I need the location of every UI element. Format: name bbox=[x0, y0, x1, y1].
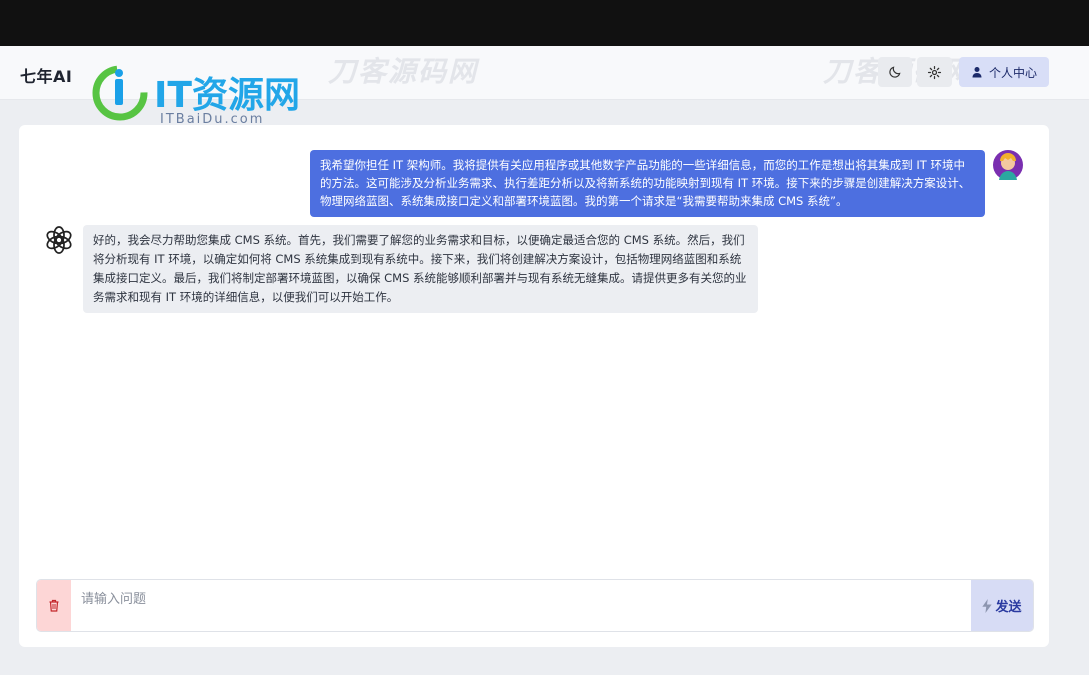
browser-top-bar bbox=[0, 0, 1089, 46]
send-button[interactable]: 发送 bbox=[971, 580, 1033, 631]
profile-button[interactable]: 个人中心 bbox=[959, 57, 1049, 87]
trash-icon bbox=[49, 599, 59, 612]
user-message: 我希望你担任 IT 架构师。我将提供有关应用程序或其他数字产品功能的一些详细信息… bbox=[310, 150, 985, 217]
lightning-icon bbox=[982, 598, 993, 613]
user-avatar bbox=[993, 150, 1023, 180]
app-title: 七年AI bbox=[20, 67, 73, 86]
site-logo: IT资源网 ITBaiDu.com bbox=[90, 61, 330, 127]
logo-main-text: IT资源网 bbox=[154, 75, 300, 116]
user-icon bbox=[972, 67, 982, 78]
chat-input-bar: 发送 bbox=[36, 579, 1034, 632]
clear-chat-button[interactable] bbox=[37, 580, 71, 631]
bot-message: 好的，我会尽力帮助您集成 CMS 系统。首先，我们需要了解您的业务需求和目标，以… bbox=[83, 225, 758, 313]
settings-button[interactable] bbox=[917, 57, 952, 87]
gear-icon bbox=[927, 65, 942, 79]
send-label: 发送 bbox=[995, 600, 1022, 615]
moon-icon bbox=[889, 66, 901, 78]
openai-logo-icon bbox=[44, 225, 74, 255]
theme-toggle-button[interactable] bbox=[878, 57, 912, 87]
profile-label: 个人中心 bbox=[988, 65, 1037, 80]
question-input[interactable] bbox=[71, 580, 969, 631]
